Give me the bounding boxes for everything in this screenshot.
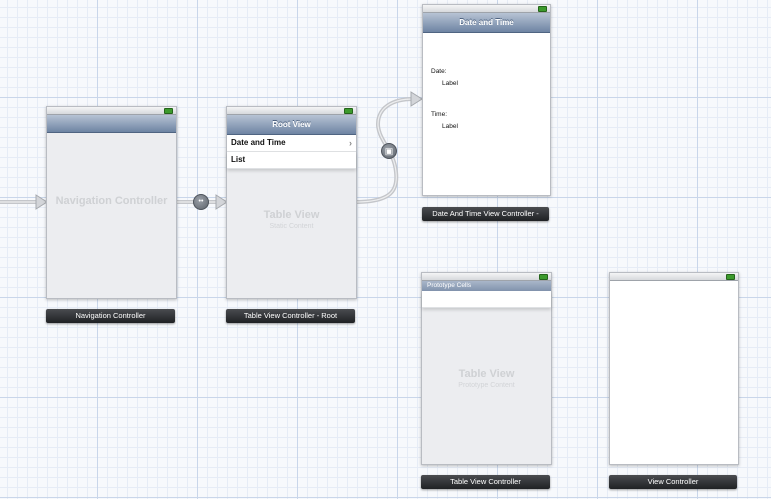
date-and-time-scene[interactable]: Date and Time Date: Label Time: Label (422, 4, 551, 196)
prototype-table-view-scene[interactable]: Prototype Cells Table View Prototype Con… (421, 272, 552, 465)
root-table-view-scene[interactable]: Root View Date and Time › List Table Vie… (226, 106, 357, 299)
relationship-segue-icon[interactable]: •• (193, 194, 209, 210)
navigation-controller-caption[interactable]: Navigation Controller (46, 309, 175, 323)
navigation-controller-scene[interactable]: Navigation Controller (46, 106, 177, 299)
cell-date-and-time[interactable]: Date and Time › (227, 135, 356, 152)
status-bar (47, 107, 176, 115)
table-view-placeholder: Table View (458, 368, 515, 380)
view-controller-scene[interactable] (609, 272, 739, 465)
date-and-time-caption[interactable]: Date And Time View Controller - (422, 207, 549, 221)
date-key-label: Date: (431, 68, 447, 75)
navigation-bar[interactable] (47, 115, 176, 133)
status-bar (422, 273, 551, 281)
status-bar (423, 5, 550, 13)
chevron-right-icon: › (349, 138, 352, 148)
battery-icon (164, 108, 173, 114)
root-table-view-caption[interactable]: Table View Controller - Root (226, 309, 355, 323)
table-view-placeholder: Table View (263, 209, 320, 221)
cell-label: List (231, 155, 246, 164)
cell-list[interactable]: List (227, 152, 356, 169)
battery-icon (726, 274, 735, 280)
view-controller-caption[interactable]: View Controller (609, 475, 737, 489)
battery-icon (539, 274, 548, 280)
date-time-navigation-bar[interactable]: Date and Time (423, 13, 550, 33)
time-value-label: Label (442, 123, 458, 130)
date-value-label: Label (442, 80, 458, 87)
table-view-placeholder-subtitle: Prototype Content (458, 382, 515, 389)
prototype-cells-header: Prototype Cells (422, 281, 551, 291)
battery-icon (344, 108, 353, 114)
root-navigation-bar[interactable]: Root View (227, 115, 356, 135)
status-bar (610, 273, 738, 281)
table-view-placeholder-subtitle: Static Content (269, 223, 314, 230)
push-arrowhead-icon (410, 91, 423, 107)
status-bar (227, 107, 356, 115)
battery-icon (538, 6, 547, 12)
prototype-cell[interactable] (422, 291, 551, 308)
table-view-controller-caption[interactable]: Table View Controller (421, 475, 550, 489)
navigation-controller-placeholder: Navigation Controller (55, 195, 168, 207)
cell-label: Date and Time (231, 138, 286, 147)
time-key-label: Time: (431, 111, 448, 118)
push-segue-icon[interactable]: ▣ (381, 143, 397, 159)
